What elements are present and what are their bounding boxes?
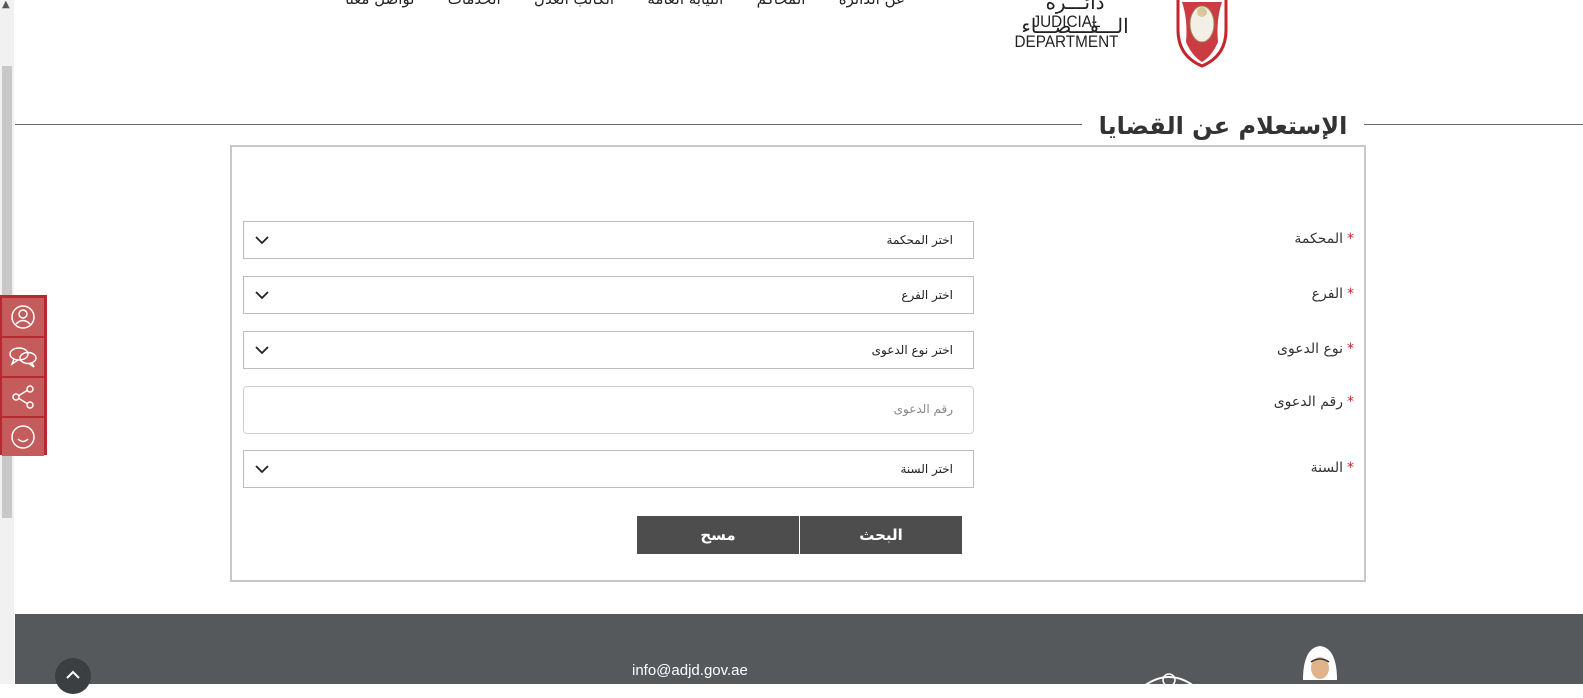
- required-mark: *: [1347, 286, 1354, 302]
- footer-email-link[interactable]: info@adjd.gov.ae: [632, 662, 748, 679]
- scroll-up-arrow-icon[interactable]: ▲: [2, 0, 10, 10]
- required-mark: *: [1347, 341, 1354, 357]
- nav-item-contact[interactable]: تواصل معنا: [345, 0, 414, 8]
- user-icon: [11, 305, 35, 329]
- falcon-emblem-icon: [1176, 0, 1228, 68]
- branch-row: *الفرع اختر الفرع: [232, 276, 1368, 316]
- court-select-value: اختر المحكمة: [886, 233, 953, 247]
- case-number-input[interactable]: رقم الدعوى: [243, 386, 974, 434]
- clear-button[interactable]: مسح: [637, 516, 799, 554]
- nav-item-courts[interactable]: المحاكم: [757, 0, 806, 8]
- required-mark: *: [1347, 231, 1354, 247]
- branch-select[interactable]: اختر الفرع: [243, 276, 974, 314]
- nav-item-services[interactable]: الخدمات: [448, 0, 501, 8]
- court-row: *المحكمة اختر المحكمة: [232, 221, 1368, 261]
- chevron-down-icon: [255, 236, 269, 245]
- court-select[interactable]: اختر المحكمة: [243, 221, 974, 259]
- top-navigation: عن الدائرة المحاكم النيابة العامة الكاتب…: [345, 0, 905, 8]
- footer: info@adjd.gov.ae: [15, 614, 1583, 694]
- chevron-up-icon: [66, 670, 80, 679]
- nav-item-about[interactable]: عن الدائرة: [839, 0, 905, 8]
- share-button[interactable]: [2, 378, 44, 416]
- page-title: الإستعلام عن القضايا: [1082, 108, 1364, 144]
- nav-item-prosecution[interactable]: النيابة العامة: [647, 0, 723, 8]
- feedback-button[interactable]: [2, 418, 44, 456]
- share-icon: [12, 385, 34, 409]
- year-select[interactable]: اختر السنة: [243, 450, 974, 488]
- chevron-down-icon: [255, 291, 269, 300]
- case-inquiry-form: *المحكمة اختر المحكمة *الفرع اختر الفرع …: [230, 145, 1366, 582]
- required-mark: *: [1347, 394, 1354, 410]
- judicial-department-logo[interactable]: دائـــرة الـــقـــضـــاء JUDICIAL DEPART…: [990, 0, 1245, 68]
- required-mark: *: [1347, 460, 1354, 476]
- chevron-down-icon: [255, 346, 269, 355]
- branch-select-value: اختر الفرع: [901, 288, 953, 302]
- court-label: *المحكمة: [1294, 231, 1354, 247]
- case-type-select-value: اختر نوع الدعوى: [871, 343, 953, 357]
- case-number-row: *رقم الدعوى رقم الدعوى: [232, 386, 1368, 436]
- assistant-avatar-icon: [1303, 646, 1337, 680]
- chevron-down-icon: [255, 465, 269, 474]
- case-type-select[interactable]: اختر نوع الدعوى: [243, 331, 974, 369]
- year-label: *السنة: [1310, 460, 1354, 476]
- year-select-value: اختر السنة: [900, 462, 953, 476]
- search-button[interactable]: البحث: [800, 516, 962, 554]
- chat-button[interactable]: [2, 338, 44, 376]
- branch-label: *الفرع: [1311, 286, 1354, 302]
- case-type-row: *نوع الدعوى اختر نوع الدعوى: [232, 331, 1368, 371]
- footer-emblem-icon: [1138, 673, 1200, 691]
- profile-button[interactable]: [2, 298, 44, 336]
- smile-icon: [11, 425, 35, 449]
- nav-item-notary[interactable]: الكاتب العدل: [534, 0, 614, 8]
- logo-english-text: JUDICIAL DEPARTMENT: [1014, 12, 1119, 51]
- case-number-label: *رقم الدعوى: [1273, 394, 1354, 410]
- case-number-placeholder: رقم الدعوى: [893, 402, 953, 416]
- year-row: *السنة اختر السنة: [232, 450, 1368, 490]
- back-to-top-button[interactable]: [55, 658, 91, 694]
- case-type-label: *نوع الدعوى: [1277, 341, 1354, 357]
- social-sidebar: [0, 295, 47, 456]
- chat-icon: [9, 347, 37, 368]
